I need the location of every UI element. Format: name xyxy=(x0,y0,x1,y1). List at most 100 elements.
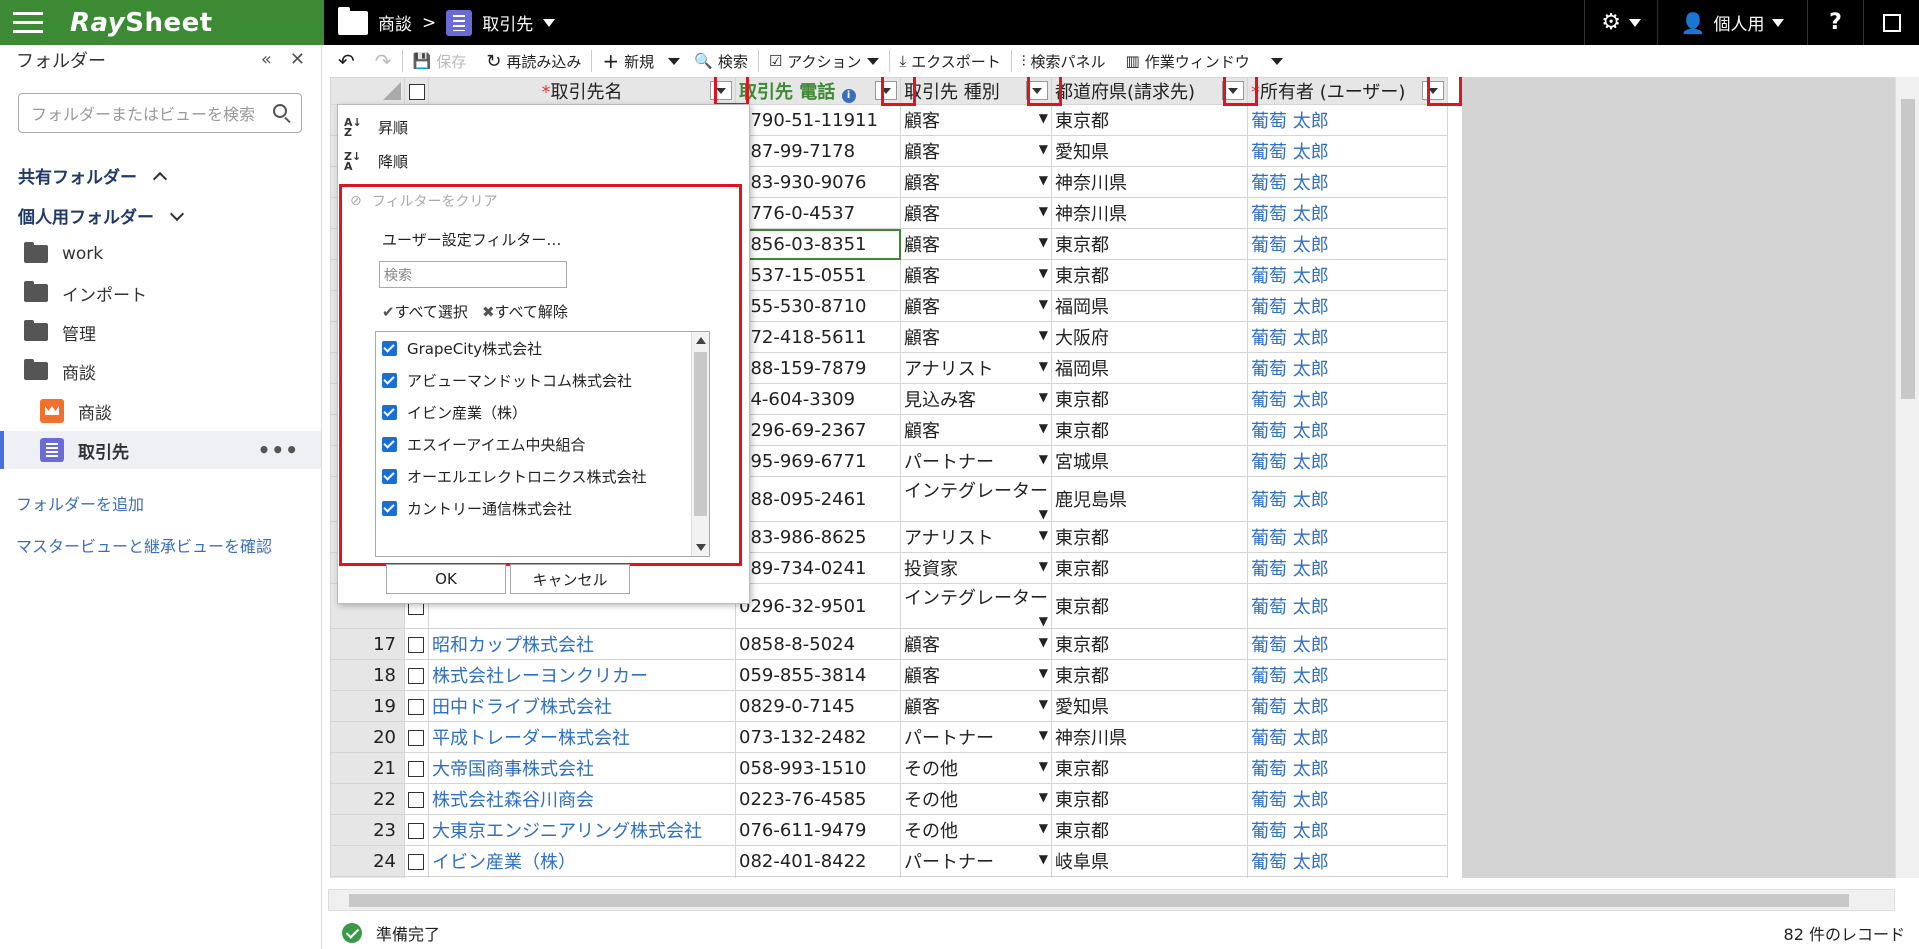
cell-type[interactable]: 顧客 ▼ xyxy=(900,414,1052,446)
cell-owner[interactable]: 葡萄 太郎 xyxy=(1247,583,1448,629)
checkbox[interactable] xyxy=(382,404,397,420)
cell-pref[interactable]: 神奈川県 xyxy=(1051,166,1248,198)
owner-link[interactable]: 葡萄 太郎 xyxy=(1251,728,1329,749)
cell-type[interactable]: 顧客 ▼ xyxy=(900,290,1052,322)
owner-link[interactable]: 葡萄 太郎 xyxy=(1251,559,1329,580)
owner-link[interactable]: 葡萄 太郎 xyxy=(1251,821,1329,842)
owner-link[interactable]: 葡萄 太郎 xyxy=(1251,204,1329,225)
cell-phone[interactable]: 0223-76-4585 xyxy=(735,783,901,815)
cell-owner[interactable]: 葡萄 太郎 xyxy=(1247,876,1448,878)
cell-pref[interactable]: 東京都 xyxy=(1051,552,1248,584)
cell-type[interactable]: パートナー ▼ xyxy=(900,445,1052,477)
sidebar-item-import[interactable]: インポート xyxy=(0,274,321,312)
owner-link[interactable]: 葡萄 太郎 xyxy=(1251,142,1329,163)
checkbox[interactable] xyxy=(382,468,397,484)
dropdown-arrow-icon[interactable]: ▼ xyxy=(1039,266,1048,280)
row-checkbox[interactable] xyxy=(404,690,429,722)
owner-link[interactable]: 葡萄 太郎 xyxy=(1251,852,1329,873)
account-link[interactable]: 株式会社レーヨンクリカー xyxy=(432,666,648,687)
cell-pref[interactable]: 東京都 xyxy=(1051,583,1248,629)
checkbox[interactable] xyxy=(408,636,424,653)
cell-phone[interactable]: 058-993-1510 xyxy=(735,752,901,784)
cell-pref[interactable]: 東京都 xyxy=(1051,414,1248,446)
table-row[interactable]: 17 昭和カップ株式会社 0858-8-5024 顧客 ▼ 東京都 葡萄 太郎 xyxy=(330,628,1448,660)
undo-button[interactable]: ↶ xyxy=(328,45,365,77)
row-checkbox[interactable] xyxy=(404,876,429,878)
save-button[interactable]: 💾 保存 xyxy=(403,45,477,77)
sidebar-item-admin[interactable]: 管理 xyxy=(0,313,321,351)
cancel-button[interactable]: キャンセル xyxy=(510,564,630,594)
shared-folder-group[interactable]: 共有フォルダー xyxy=(18,163,168,188)
dropdown-arrow-icon[interactable]: ▼ xyxy=(1039,528,1048,542)
cell-pref[interactable]: 東京都 xyxy=(1051,104,1248,136)
dropdown-arrow-icon[interactable]: ▼ xyxy=(1039,790,1048,804)
column-header-owner[interactable]: *所有者 (ユーザー) xyxy=(1247,77,1448,105)
owner-link[interactable]: 葡萄 太郎 xyxy=(1251,528,1329,549)
dropdown-arrow-icon[interactable]: ▼ xyxy=(1039,421,1048,435)
account-link[interactable]: 株式会社森谷川商会 xyxy=(432,790,594,811)
cell-type[interactable]: 投資家 ▼ xyxy=(900,552,1052,584)
cell-owner[interactable]: 葡萄 太郎 xyxy=(1247,321,1448,353)
cell-phone[interactable]: 087-99-7178 xyxy=(735,135,901,167)
cell-owner[interactable]: 葡萄 太郎 xyxy=(1247,166,1448,198)
account-link[interactable]: イビン産業（株） xyxy=(432,852,576,873)
cell-pref[interactable]: 東京都 xyxy=(1051,259,1248,291)
close-icon[interactable]: ✕ xyxy=(290,49,305,70)
cell-type[interactable]: その他▼ xyxy=(900,752,1052,784)
action-button[interactable]: ☑ アクション xyxy=(759,45,889,77)
owner-link[interactable]: 葡萄 太郎 xyxy=(1251,297,1329,318)
scroll-thumb[interactable] xyxy=(694,352,707,516)
owner-link[interactable]: 葡萄 太郎 xyxy=(1251,111,1329,132)
cell-phone[interactable]: 0790-51-11911 xyxy=(735,104,901,136)
dropdown-arrow-icon[interactable]: ▼ xyxy=(1039,821,1048,835)
owner-link[interactable]: 葡萄 太郎 xyxy=(1251,759,1329,780)
dropdown-arrow-icon[interactable]: ▼ xyxy=(1039,559,1048,573)
cell-type[interactable]: インテグレーター ▼ xyxy=(900,476,1052,522)
cell-type[interactable]: その他▼ xyxy=(900,783,1052,815)
cell-type[interactable]: その他▼ xyxy=(900,814,1052,846)
settings-button[interactable]: ⚙ xyxy=(1584,0,1657,45)
owner-link[interactable]: 葡萄 太郎 xyxy=(1251,666,1329,687)
cell-type[interactable]: 顧客 ▼ xyxy=(900,321,1052,353)
cell-pref[interactable]: 神奈川県 xyxy=(1051,721,1248,753)
checkbox[interactable] xyxy=(382,340,397,356)
search-panel-button[interactable]: ⫶ 検索パネル xyxy=(1012,45,1116,77)
checkbox[interactable] xyxy=(408,822,424,839)
chevron-down-icon[interactable] xyxy=(543,18,556,27)
table-row[interactable]: 18 株式会社レーヨンクリカー 059-855-3814 顧客 ▼ 東京都 葡萄 太郎 xyxy=(330,659,1448,691)
cell-owner[interactable]: 葡萄 太郎 xyxy=(1247,104,1448,136)
more-options-icon[interactable]: ••• xyxy=(258,438,299,462)
cell-phone[interactable]: 088-095-2461 xyxy=(735,476,901,522)
redo-button[interactable]: ↷ xyxy=(365,45,402,77)
cell-pref[interactable]: 宮城県 xyxy=(1051,445,1248,477)
checkbox[interactable] xyxy=(382,436,397,452)
dropdown-arrow-icon[interactable]: ▼ xyxy=(1039,728,1048,742)
cell-pref[interactable]: 神奈川県 xyxy=(1051,197,1248,229)
folder-search-input[interactable]: フォルダーまたはビューを検索 xyxy=(18,93,302,133)
cell-owner[interactable]: 葡萄 太郎 xyxy=(1247,228,1448,260)
account-link[interactable]: 大東京エンジニアリング株式会社 xyxy=(432,821,702,842)
cell-phone[interactable]: 0858-8-5024 xyxy=(735,628,901,660)
collapse-icon[interactable]: « xyxy=(261,49,272,70)
scroll-thumb[interactable] xyxy=(1901,99,1915,399)
cell-type[interactable]: その他▼ xyxy=(900,876,1052,878)
user-filter-option[interactable]: ユーザー設定フィルター… xyxy=(382,229,561,250)
dropdown-arrow-icon[interactable]: ▼ xyxy=(1039,204,1048,218)
owner-link[interactable]: 葡萄 太郎 xyxy=(1251,635,1329,656)
ok-button[interactable]: OK xyxy=(386,564,506,594)
owner-link[interactable]: 葡萄 太郎 xyxy=(1251,421,1329,442)
cell-name[interactable]: イビン産業（株） xyxy=(428,845,736,877)
breadcrumb-parent[interactable]: 商談 xyxy=(378,10,412,35)
filter-option[interactable]: イビン産業（株） xyxy=(376,396,709,428)
cell-phone[interactable]: 055-530-8710 xyxy=(735,290,901,322)
cell-phone[interactable]: 073-132-2482 xyxy=(735,721,901,753)
cell-phone[interactable]: 0537-15-0551 xyxy=(735,259,901,291)
cell-type[interactable]: アナリスト ▼ xyxy=(900,352,1052,384)
window-button[interactable] xyxy=(1863,0,1919,45)
cell-type[interactable]: 顧客 ▼ xyxy=(900,628,1052,660)
owner-link[interactable]: 葡萄 太郎 xyxy=(1251,390,1329,411)
breadcrumb-current[interactable]: 取引先 xyxy=(482,10,533,35)
checkbox[interactable] xyxy=(408,729,424,746)
dropdown-arrow-icon[interactable]: ▼ xyxy=(1039,142,1048,156)
cell-owner[interactable]: 葡萄 太郎 xyxy=(1247,659,1448,691)
